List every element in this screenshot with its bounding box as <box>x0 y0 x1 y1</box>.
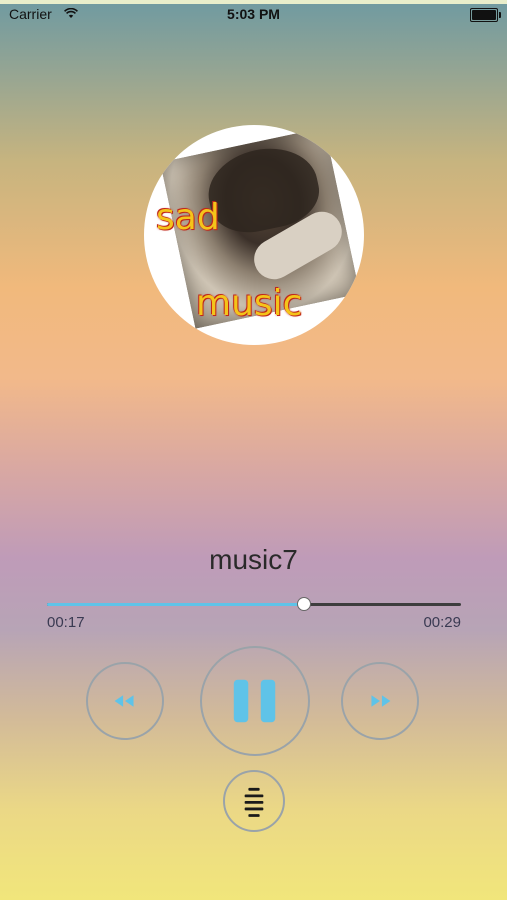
playlist-button[interactable] <box>223 770 285 832</box>
pause-button[interactable] <box>200 646 310 756</box>
playlist-icon <box>244 787 264 817</box>
rewind-button[interactable] <box>86 662 164 740</box>
current-time: 00:17 <box>47 614 85 631</box>
song-title: music7 <box>209 544 298 575</box>
clock: 5:03 PM <box>227 6 280 22</box>
top-divider <box>0 0 507 4</box>
progress-slider[interactable] <box>47 597 461 611</box>
progress-fill <box>47 603 304 606</box>
progress-knob[interactable] <box>296 597 311 611</box>
battery-icon <box>470 8 501 22</box>
album-text-music: music <box>196 283 303 324</box>
album-text-sad: sad <box>156 197 220 238</box>
status-bar: Carrier 5:03 PM <box>0 6 507 26</box>
fast-forward-button[interactable] <box>341 662 419 740</box>
album-art: sad music <box>144 125 364 345</box>
pause-icon <box>233 679 276 723</box>
total-time: 00:29 <box>423 614 461 631</box>
rewind-icon <box>114 695 134 707</box>
fast-forward-icon <box>371 695 391 707</box>
